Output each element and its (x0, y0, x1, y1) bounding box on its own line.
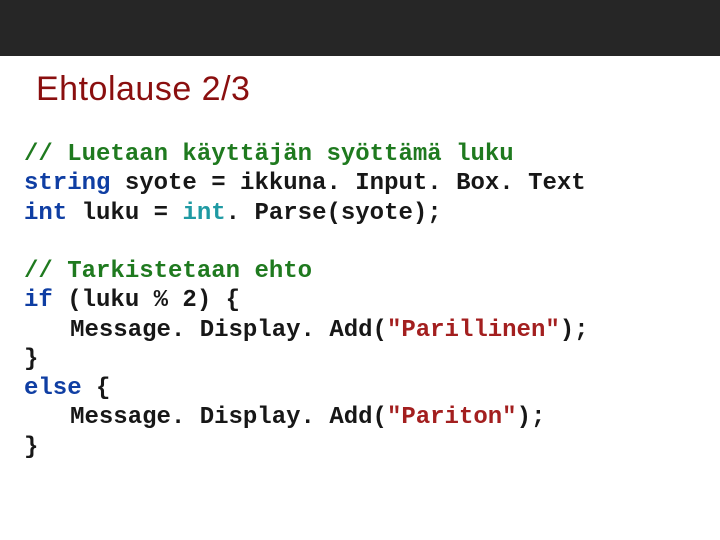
code-text: Message. Display. Add( (70, 404, 387, 431)
code-text: Message. Display. Add( (70, 317, 387, 344)
code-text: ); (560, 317, 589, 344)
code-string: "Pariton" (387, 404, 517, 431)
code-text: { (82, 375, 111, 402)
slide: Ehtolause 2/3 // Luetaan käyttäjän syött… (0, 0, 720, 540)
code-text: (luku % 2) { (53, 287, 240, 314)
code-keyword: else (24, 375, 82, 402)
code-comment: // Luetaan käyttäjän syöttämä luku (24, 141, 514, 168)
code-keyword: if (24, 287, 53, 314)
code-text: ); (517, 404, 546, 431)
code-text: } (24, 434, 38, 461)
code-keyword: int (24, 200, 67, 227)
code-comment: // Tarkistetaan ehto (24, 258, 312, 285)
code-text: . Parse(syote); (226, 200, 442, 227)
code-block: // Luetaan käyttäjän syöttämä luku strin… (24, 140, 589, 462)
code-type: int (182, 200, 225, 227)
top-accent-bar (0, 0, 720, 56)
code-string: "Parillinen" (387, 317, 560, 344)
code-keyword: string (24, 170, 110, 197)
slide-title: Ehtolause 2/3 (36, 70, 250, 109)
code-text: syote = ikkuna. Input. Box. Text (110, 170, 585, 197)
code-text: luku = (67, 200, 182, 227)
code-text: } (24, 346, 38, 373)
